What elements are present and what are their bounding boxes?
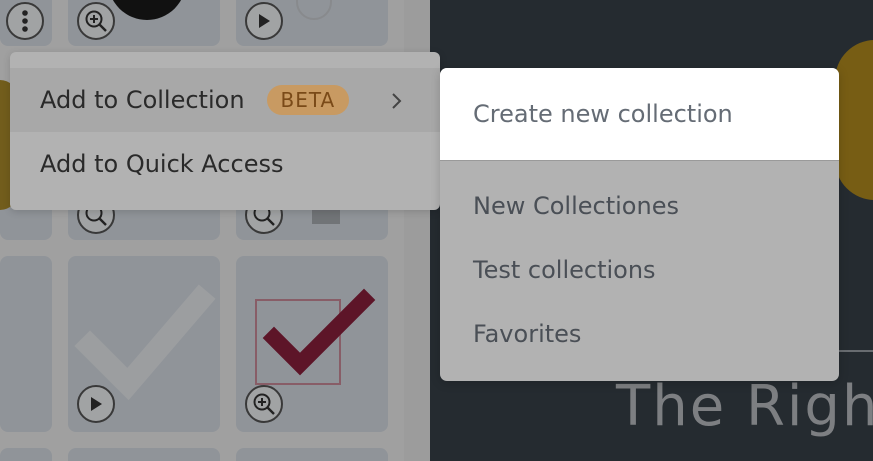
context-menu: Add to Collection BETA Add to Quick Acce… (10, 52, 440, 210)
divider (440, 160, 839, 161)
collection-item[interactable]: New Collectiones (473, 192, 679, 220)
create-collection-label: Create new collection (473, 100, 733, 128)
beta-badge: BETA (266, 85, 350, 115)
chevron-right-icon (392, 93, 402, 109)
collections-submenu: Create new collection New Collectiones T… (440, 68, 839, 381)
menu-item-add-to-collection[interactable]: Add to Collection BETA (10, 68, 440, 132)
create-new-collection-button[interactable]: Create new collection (440, 68, 839, 160)
menu-item-label: Add to Quick Access (40, 150, 284, 178)
menu-item-add-to-quick-access[interactable]: Add to Quick Access (10, 132, 440, 196)
menu-item-label: Add to Collection (40, 86, 245, 114)
collection-item[interactable]: Test collections (473, 256, 656, 284)
collection-item[interactable]: Favorites (473, 320, 581, 348)
